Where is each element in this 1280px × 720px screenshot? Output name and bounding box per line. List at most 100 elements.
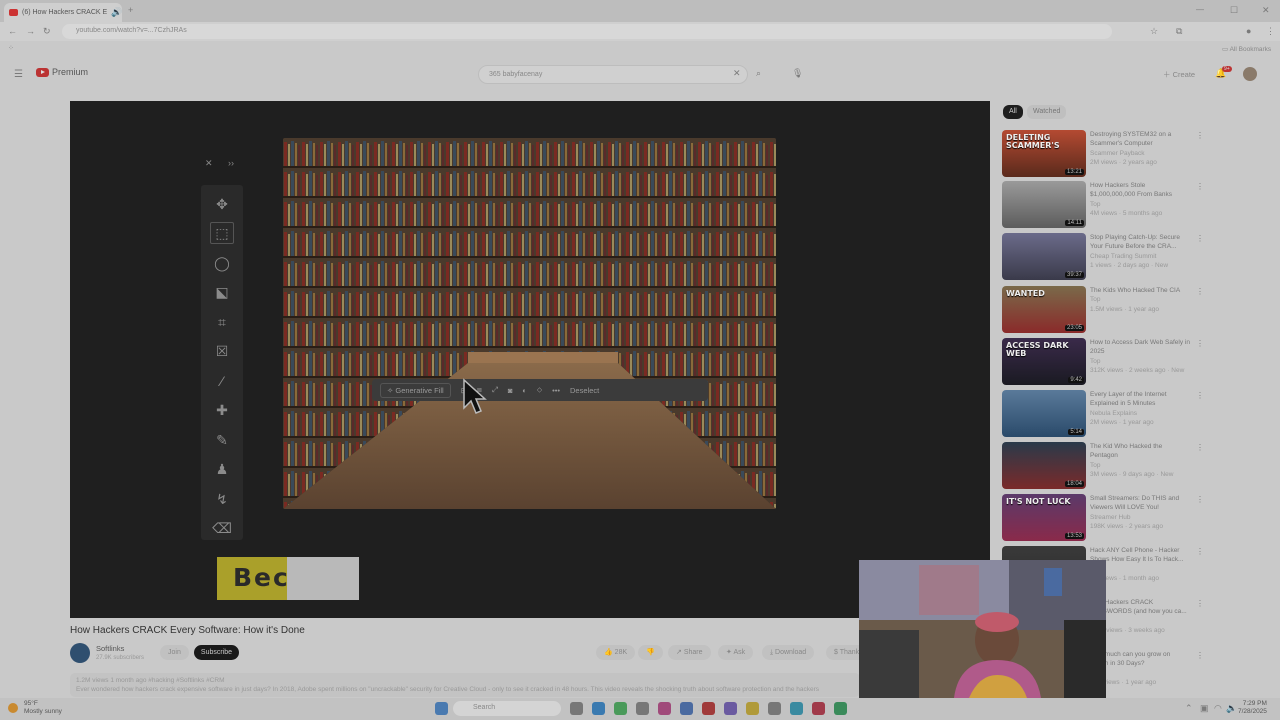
video-thumbnail[interactable]: 14:11 bbox=[1002, 181, 1086, 228]
related-video-item[interactable]: IT'S NOT LUCK 13:53 Small Streamers: Do TH… bbox=[1002, 494, 1204, 542]
app-icon-3[interactable] bbox=[702, 702, 715, 715]
channel-avatar[interactable] bbox=[70, 643, 90, 663]
app-icon-4[interactable] bbox=[768, 702, 781, 715]
app-icon-7[interactable] bbox=[834, 702, 847, 715]
hamburger-menu-icon[interactable]: ☰ bbox=[14, 70, 23, 80]
download-button[interactable]: ⤓ Download bbox=[762, 645, 815, 660]
video-thumbnail[interactable]: DELETING SCAMMER'S 13:21 bbox=[1002, 130, 1086, 177]
more-actions-icon[interactable]: ⋮ bbox=[1196, 496, 1204, 504]
video-description[interactable]: 1.2M views 1 month ago #hacking #Softlin… bbox=[70, 673, 860, 697]
related-video-item[interactable]: 5:14 Every Layer of the Internet Explaine… bbox=[1002, 390, 1204, 438]
wifi-icon[interactable]: ◠ bbox=[1214, 704, 1222, 713]
eyedropper-tool-icon[interactable]: ⁄ bbox=[210, 370, 234, 392]
microphone-icon[interactable]: 🎙 bbox=[792, 69, 803, 78]
create-button[interactable]: ＋ Create bbox=[1163, 69, 1195, 80]
object-select-tool-icon[interactable]: ⬕ bbox=[210, 281, 234, 303]
frame-tool-icon[interactable]: ☒ bbox=[210, 340, 234, 362]
reload-icon[interactable]: ↻ bbox=[43, 27, 51, 36]
more-actions-icon[interactable]: ⋮ bbox=[1196, 548, 1204, 556]
stamp-tool-icon[interactable]: ♟ bbox=[210, 458, 234, 480]
apps-icon[interactable]: ⁘ bbox=[8, 45, 14, 52]
more-actions-icon[interactable]: ⋮ bbox=[1196, 132, 1204, 140]
video-thumbnail[interactable]: 18:04 bbox=[1002, 442, 1086, 489]
tray-app-icon[interactable]: ▣ bbox=[1200, 704, 1209, 713]
store-icon[interactable] bbox=[636, 702, 649, 715]
generative-fill-button[interactable]: ✧ Generative Fill bbox=[380, 382, 451, 398]
weather-widget[interactable]: 95°F Mostly sunny bbox=[24, 700, 62, 716]
related-video-item[interactable]: ACCESS DARK WEB 9:42 How to Access Dark We… bbox=[1002, 338, 1204, 386]
like-button[interactable]: 👍 28K bbox=[596, 645, 636, 660]
more-actions-icon[interactable]: ⋮ bbox=[1196, 444, 1204, 452]
tray-chevron-icon[interactable]: ⌃ bbox=[1185, 704, 1193, 713]
lasso-tool-icon[interactable]: ◯ bbox=[210, 252, 234, 274]
more-actions-icon[interactable]: ⋮ bbox=[1196, 652, 1204, 660]
ask-button[interactable]: ✦ Ask bbox=[718, 645, 754, 660]
adjustment-icon[interactable]: ◐ bbox=[522, 386, 527, 395]
maximize-icon[interactable]: ☐ bbox=[1230, 6, 1238, 15]
bookmark-star-icon[interactable]: ☆ bbox=[1150, 27, 1158, 36]
share-button[interactable]: ↗ Share bbox=[668, 645, 711, 660]
video-thumbnail[interactable]: IT'S NOT LUCK 13:53 bbox=[1002, 494, 1086, 541]
more-actions-icon[interactable]: ⋮ bbox=[1196, 235, 1204, 243]
marquee-tool-icon[interactable]: ⬚ bbox=[210, 222, 234, 244]
browser-menu-icon[interactable]: ⋮ bbox=[1266, 27, 1275, 36]
more-actions-icon[interactable]: ⋮ bbox=[1196, 392, 1204, 400]
url-field[interactable]: youtube.com/watch?v=...7CzhJRAs bbox=[62, 24, 1112, 39]
eraser-tool-icon[interactable]: ⌫ bbox=[210, 517, 234, 539]
clock[interactable]: 7:29 PM 7/28/2025 bbox=[1238, 700, 1267, 716]
more-actions-icon[interactable]: ⋮ bbox=[1196, 600, 1204, 608]
all-bookmarks[interactable]: ▭ All Bookmarks bbox=[1222, 45, 1271, 53]
start-icon[interactable] bbox=[435, 702, 448, 715]
chip-all[interactable]: All bbox=[1003, 105, 1023, 119]
taskbar-search-input[interactable]: Search bbox=[453, 701, 561, 716]
healing-brush-icon[interactable]: ✚ bbox=[210, 399, 234, 421]
more-actions-icon[interactable]: ⋮ bbox=[1196, 288, 1204, 296]
more-actions-icon[interactable]: ⋮ bbox=[1196, 183, 1204, 191]
search-icon[interactable]: ⌕ bbox=[756, 69, 761, 78]
join-button[interactable]: Join bbox=[160, 645, 189, 660]
file-explorer-icon[interactable] bbox=[746, 702, 759, 715]
close-window-icon[interactable]: ✕ bbox=[1262, 6, 1270, 15]
search-input[interactable]: 365 babyfacenay bbox=[478, 65, 748, 84]
history-brush-icon[interactable]: ↯ bbox=[210, 488, 234, 510]
related-video-item[interactable]: 18:04 The Kid Who Hacked the Pentagon Top 3… bbox=[1002, 442, 1204, 490]
deselect-button[interactable]: Deselect bbox=[570, 386, 599, 395]
related-video-item[interactable]: WANTED 23:05 The Kids Who Hacked The CIA To… bbox=[1002, 286, 1204, 334]
avatar[interactable] bbox=[1243, 67, 1257, 81]
youtube-logo[interactable]: Premium bbox=[36, 67, 88, 77]
dislike-button[interactable]: 👎 bbox=[638, 645, 663, 660]
task-view-icon[interactable] bbox=[570, 702, 583, 715]
subscribe-button[interactable]: Subscribe bbox=[194, 645, 239, 660]
edge-icon[interactable] bbox=[592, 702, 605, 715]
more-actions-icon[interactable]: ⋮ bbox=[1196, 340, 1204, 348]
app-icon-2[interactable] bbox=[680, 702, 693, 715]
related-video-item[interactable]: 39:37 Stop Playing Catch-Up: Secure Your … bbox=[1002, 233, 1204, 281]
move-tool-icon[interactable]: ✥ bbox=[210, 193, 234, 215]
related-video-item[interactable]: DELETING SCAMMER'S 13:21 Destroying SYSTEM… bbox=[1002, 130, 1204, 178]
channel-name[interactable]: Softlinks bbox=[96, 644, 124, 653]
brush-tool-icon[interactable]: ✎ bbox=[210, 429, 234, 451]
app-icon-1[interactable] bbox=[658, 702, 671, 715]
chrome-icon[interactable] bbox=[614, 702, 627, 715]
back-icon[interactable]: ← bbox=[8, 27, 17, 36]
extensions-icon[interactable]: ⧉ bbox=[1176, 27, 1182, 36]
video-thumbnail[interactable]: WANTED 23:05 bbox=[1002, 286, 1086, 333]
expand-panel-icon[interactable]: ›› bbox=[228, 159, 234, 168]
transform-icon[interactable]: ⤢ bbox=[492, 385, 498, 395]
forward-icon[interactable]: → bbox=[26, 27, 35, 36]
app-icon-6[interactable] bbox=[812, 702, 825, 715]
fill-icon[interactable]: ⬦ bbox=[537, 385, 542, 395]
volume-icon[interactable]: 🔈 bbox=[1226, 704, 1237, 713]
new-tab-icon[interactable]: + bbox=[128, 6, 133, 15]
browser-tab[interactable]: (6) How Hackers CRACK E 🔊 ✕ bbox=[4, 3, 122, 22]
mask-icon[interactable]: ◙ bbox=[508, 386, 513, 395]
minimize-icon[interactable]: — bbox=[1196, 6, 1204, 14]
crop-tool-icon[interactable]: ⌗ bbox=[210, 311, 234, 333]
clear-search-icon[interactable]: ✕ bbox=[733, 69, 741, 78]
video-thumbnail[interactable]: 39:37 bbox=[1002, 233, 1086, 280]
video-thumbnail[interactable]: ACCESS DARK WEB 9:42 bbox=[1002, 338, 1086, 385]
close-panel-icon[interactable]: ✕ bbox=[205, 159, 213, 168]
more-options-icon[interactable]: ••• bbox=[552, 386, 560, 395]
chip-watched[interactable]: Watched bbox=[1027, 105, 1067, 119]
discord-icon[interactable] bbox=[724, 702, 737, 715]
